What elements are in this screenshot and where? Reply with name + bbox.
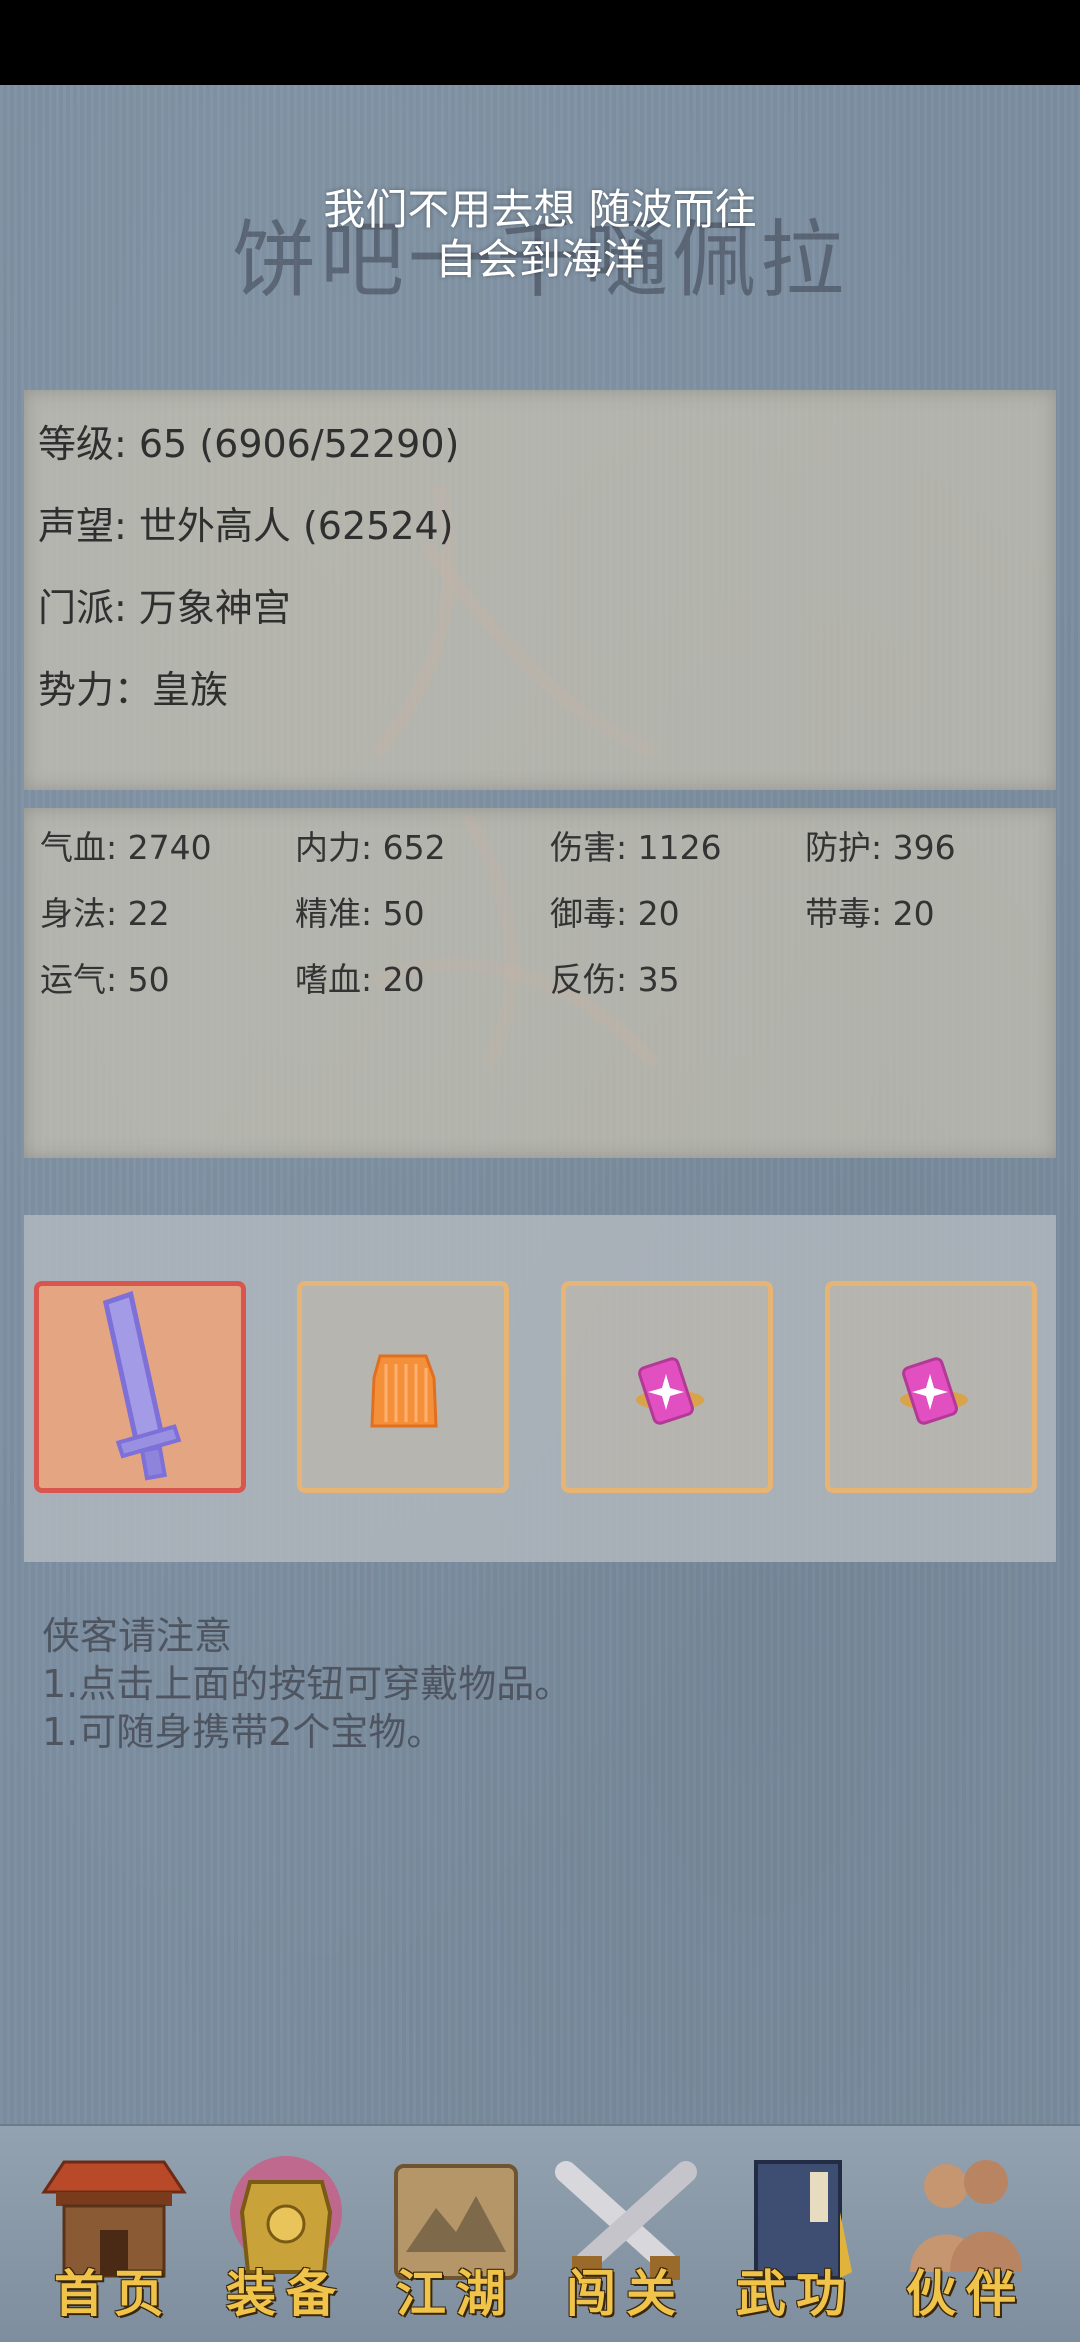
equip-slot-treasure-2[interactable] (825, 1281, 1037, 1493)
status-bar (0, 0, 1080, 85)
equipment-panel (24, 1215, 1056, 1562)
notice-line-1: 1.点击上面的按钮可穿戴物品。 (42, 1662, 573, 1706)
stats-panel: 气血: 2740 内力: 652 伤害: 1126 防护: 396 身法: 22… (24, 808, 1056, 1158)
equip-slot-weapon[interactable] (34, 1281, 246, 1493)
level-text: 等级: 65 (6906/52290) (38, 422, 460, 466)
stat-bloodthirst: 嗜血: 20 (295, 960, 425, 999)
stat-poison-resist: 御毒: 20 (550, 894, 680, 933)
nav-jianghu-label: 江湖 (396, 2264, 516, 2323)
profile-panel: 等级: 65 (6906/52290) 声望: 世外高人 (62524) 门派:… (24, 390, 1056, 790)
lyric-line-1: 我们不用去想 随波而往 (323, 185, 757, 234)
treasure-icon (636, 1357, 704, 1425)
stat-agility: 身法: 22 (40, 894, 170, 933)
nav-martial-label: 武功 (736, 2264, 856, 2323)
nav-home-label: 首页 (54, 2264, 174, 2323)
equip-slot-treasure-1[interactable] (561, 1281, 773, 1493)
bottom-nav: 首页 装备 江湖 闯关 武功 伙伴 (0, 2124, 1080, 2342)
lyric-banner: 饼吧一千嗵佩拉 我们不用去想 随波而往 自会到海洋 (0, 185, 1080, 325)
stat-poison: 带毒: 20 (805, 894, 935, 933)
lyric-line-2: 自会到海洋 (434, 235, 645, 284)
notice-title: 侠客请注意 (42, 1614, 233, 1658)
armor-icon (370, 1354, 438, 1428)
stat-internal-power: 内力: 652 (295, 828, 446, 867)
stat-luck: 运气: 50 (40, 960, 170, 999)
nav-partner-label: 伙伴 (906, 2264, 1026, 2323)
nav-equip-label: 装备 (226, 2264, 346, 2323)
stat-accuracy: 精准: 50 (295, 894, 425, 933)
nav-jianghu[interactable]: 江湖 (376, 2152, 536, 2323)
notice-line-2: 1.可随身携带2个宝物。 (42, 1710, 445, 1754)
nav-home[interactable]: 首页 (34, 2152, 194, 2323)
sect-text: 门派: 万象神宫 (38, 586, 291, 630)
stat-reflect: 反伤: 35 (550, 960, 680, 999)
nav-challenge-label: 闯关 (566, 2264, 686, 2323)
stat-hp: 气血: 2740 (40, 828, 212, 867)
sword-icon (102, 1290, 182, 1481)
stat-defense: 防护: 396 (805, 828, 956, 867)
nav-equip[interactable]: 装备 (206, 2152, 366, 2323)
nav-martial[interactable]: 武功 (716, 2152, 876, 2323)
nav-challenge[interactable]: 闯关 (546, 2152, 706, 2323)
faction-text: 势力：皇族 (38, 668, 229, 712)
notice: 侠客请注意 1.点击上面的按钮可穿戴物品。 1.可随身携带2个宝物。 (42, 1612, 942, 1756)
nav-partner[interactable]: 伙伴 (886, 2152, 1046, 2323)
stat-damage: 伤害: 1126 (550, 828, 722, 867)
reputation-text: 声望: 世外高人 (62524) (38, 504, 454, 548)
treasure-icon (900, 1357, 968, 1425)
equip-slot-armor[interactable] (297, 1281, 509, 1493)
